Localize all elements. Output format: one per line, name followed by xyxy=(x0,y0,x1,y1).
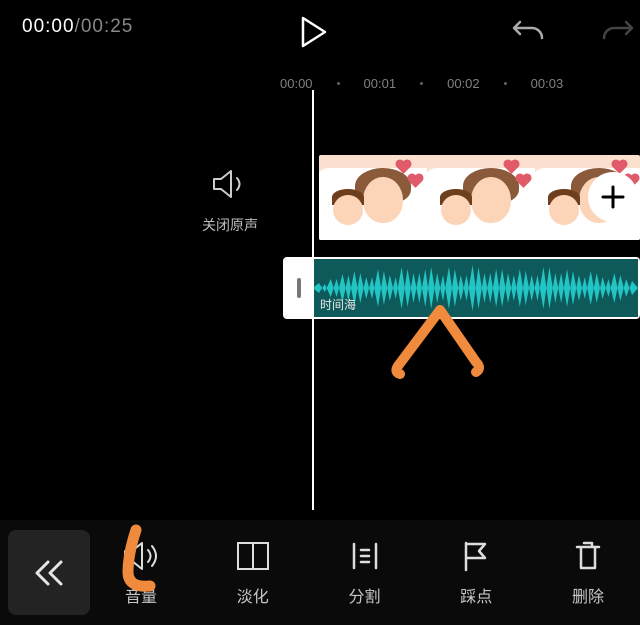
ruler-dot xyxy=(420,82,423,85)
back-button[interactable] xyxy=(8,530,90,615)
ruler-tick: 00:02 xyxy=(447,76,480,91)
redo-button[interactable] xyxy=(600,16,634,47)
tool-label: 删除 xyxy=(572,583,604,607)
ruler-tick: 00:00 xyxy=(280,76,313,91)
flag-icon xyxy=(460,539,492,573)
mute-label: 关闭原声 xyxy=(170,215,290,235)
timeline-ruler[interactable]: 00:00 00:01 00:02 00:03 xyxy=(280,73,640,93)
add-clip-button[interactable] xyxy=(588,172,638,222)
current-time: 00:00 xyxy=(22,16,75,37)
timecode: 00:00/00:25 xyxy=(22,16,133,38)
ruler-dot xyxy=(337,82,340,85)
delete-icon xyxy=(572,539,604,573)
play-icon xyxy=(300,16,328,48)
plus-icon xyxy=(600,184,626,210)
tool-fade[interactable]: 淡化 xyxy=(207,539,299,607)
video-clip-thumbnail[interactable] xyxy=(319,155,427,240)
playhead[interactable] xyxy=(312,90,314,510)
redo-icon xyxy=(600,16,634,42)
bottom-toolbar: 音量 淡化 分割 踩点 删除 xyxy=(0,520,640,625)
tool-split[interactable]: 分割 xyxy=(319,539,411,607)
chevrons-left-icon xyxy=(32,557,66,589)
speaker-icon xyxy=(121,539,161,573)
speaker-icon xyxy=(211,168,249,200)
tool-volume[interactable]: 音量 xyxy=(95,539,187,607)
tool-beat[interactable]: 踩点 xyxy=(430,539,522,607)
audio-clip-title: 时间海 xyxy=(317,295,359,314)
undo-icon xyxy=(512,16,546,42)
audio-clip-trim-handle[interactable] xyxy=(285,259,313,317)
transport-bar: 00:00/00:25 xyxy=(0,0,640,60)
play-button[interactable] xyxy=(300,16,328,53)
ruler-dot xyxy=(504,82,507,85)
total-duration: 00:25 xyxy=(81,16,134,37)
tool-label: 音量 xyxy=(125,583,157,607)
fade-icon xyxy=(235,539,271,573)
audio-waveform[interactable]: 时间海 xyxy=(313,259,638,317)
ruler-tick: 00:01 xyxy=(364,76,397,91)
split-icon xyxy=(349,539,381,573)
tool-label: 分割 xyxy=(348,583,380,607)
ruler-tick: 00:03 xyxy=(531,76,564,91)
video-clip-thumbnail[interactable] xyxy=(427,155,535,240)
tool-delete[interactable]: 删除 xyxy=(542,539,634,607)
undo-button[interactable] xyxy=(512,16,546,47)
tool-label: 踩点 xyxy=(460,583,492,607)
tool-label: 淡化 xyxy=(237,583,269,607)
audio-track[interactable]: 时间海 xyxy=(283,257,640,319)
mute-original-sound-button[interactable]: 关闭原声 xyxy=(170,168,290,235)
